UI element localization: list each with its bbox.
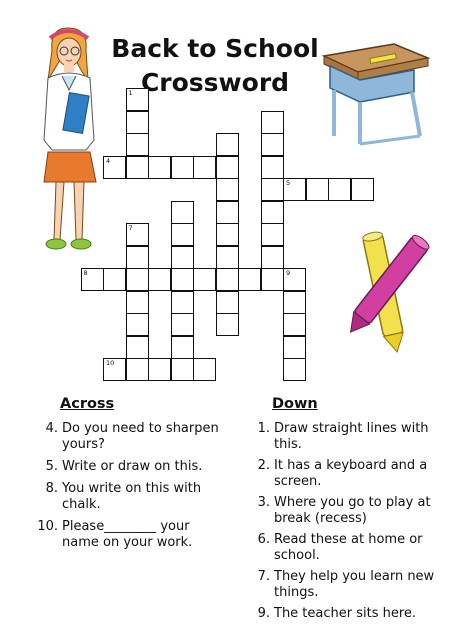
- grid-cell[interactable]: [103, 268, 126, 291]
- list-item: 9. The teacher sits here.: [257, 606, 417, 621]
- grid-cell[interactable]: 7: [125, 223, 149, 246]
- grid-cell[interactable]: [125, 290, 149, 314]
- grid-cell[interactable]: [215, 313, 239, 336]
- grid-cell[interactable]: [125, 155, 149, 179]
- cell-number: 10: [106, 359, 115, 367]
- grid-cell[interactable]: 5: [283, 178, 306, 201]
- grid-cell[interactable]: [328, 178, 351, 201]
- list-item: 1. Draw straight lines with this.: [257, 421, 429, 452]
- grid-cell[interactable]: [125, 335, 149, 359]
- grid-cell[interactable]: [260, 133, 284, 156]
- grid-cell[interactable]: [260, 178, 284, 201]
- grid-cell[interactable]: [283, 290, 306, 314]
- grid-cell[interactable]: [193, 358, 216, 381]
- grid-cell[interactable]: [193, 268, 216, 291]
- grid-cell[interactable]: 10: [103, 358, 126, 381]
- grid-cell[interactable]: [193, 155, 216, 179]
- cell-number: 1: [128, 89, 133, 97]
- down-clues-list: 1. Draw straight lines with this. 2. It ha…: [252, 421, 440, 627]
- grid-cell[interactable]: [125, 133, 149, 156]
- across-heading: Across: [60, 396, 115, 412]
- grid-cell[interactable]: [260, 223, 284, 246]
- grid-cell[interactable]: [170, 223, 194, 246]
- grid-cell[interactable]: [215, 133, 239, 156]
- grid-cell[interactable]: [215, 223, 239, 246]
- list-item: 4. Do you need to sharpen yours?: [45, 421, 219, 452]
- grid-cell[interactable]: [125, 110, 149, 134]
- grid-cell[interactable]: [170, 335, 194, 359]
- grid-cell[interactable]: [170, 313, 194, 336]
- grid-cell[interactable]: 9: [283, 268, 306, 291]
- grid-cell[interactable]: [170, 155, 194, 179]
- list-item: 3. Where you go to play at break (recess): [257, 495, 431, 526]
- grid-cell[interactable]: [170, 358, 194, 381]
- grid-cell[interactable]: [125, 245, 149, 269]
- list-item: 2. It has a keyboard and a screen.: [257, 458, 428, 489]
- grid-cell[interactable]: [148, 155, 171, 179]
- grid-cell[interactable]: [148, 358, 171, 381]
- grid-cell[interactable]: [170, 200, 194, 224]
- teacher-illustration: [43, 27, 97, 250]
- list-item: 8. You write on this with chalk.: [45, 481, 202, 512]
- grid-cell[interactable]: [215, 268, 239, 291]
- across-clues-list: 4. Do you need to sharpen yours? 5. Write …: [37, 421, 230, 557]
- grid-cell[interactable]: [283, 335, 306, 359]
- grid-cell[interactable]: [215, 290, 239, 314]
- grid-cell[interactable]: [260, 268, 284, 291]
- grid-cell[interactable]: [260, 155, 284, 179]
- cell-number: 8: [83, 269, 88, 277]
- grid-cell[interactable]: [238, 268, 261, 291]
- grid-cell[interactable]: [125, 313, 149, 336]
- grid-cell[interactable]: 1: [125, 88, 149, 111]
- grid-cell[interactable]: [170, 245, 194, 269]
- cell-number: 5: [286, 179, 291, 187]
- grid-cell[interactable]: [260, 110, 284, 134]
- grid-cell[interactable]: [283, 313, 306, 336]
- grid-cell[interactable]: [125, 358, 149, 381]
- list-item: 5. Write or draw on this.: [45, 459, 203, 474]
- list-item: 10. Please________ your name on your work…: [37, 519, 193, 550]
- cell-number: 9: [286, 269, 291, 277]
- grid-cell[interactable]: [215, 245, 239, 269]
- list-item: 6. Read these at home or school.: [257, 532, 423, 563]
- grid-cell[interactable]: [260, 200, 284, 224]
- grid-cell[interactable]: [170, 290, 194, 314]
- grid-cell[interactable]: [305, 178, 329, 201]
- crayons-illustration: [349, 231, 430, 354]
- grid-cell[interactable]: [148, 268, 171, 291]
- grid-cell[interactable]: [350, 178, 374, 201]
- down-heading: Down: [272, 396, 318, 412]
- grid-cell[interactable]: [215, 155, 239, 179]
- grid-cell[interactable]: 8: [80, 268, 104, 291]
- grid-cell[interactable]: [215, 200, 239, 224]
- cell-number: 7: [128, 224, 133, 232]
- grid-cell[interactable]: [215, 178, 239, 201]
- grid-cell[interactable]: [283, 358, 306, 381]
- desk-illustration: [321, 43, 431, 146]
- grid-cell[interactable]: [125, 268, 149, 291]
- list-item: 7. They help you learn new things.: [257, 569, 435, 600]
- grid-cell[interactable]: [260, 245, 284, 269]
- grid-cell[interactable]: [170, 268, 194, 291]
